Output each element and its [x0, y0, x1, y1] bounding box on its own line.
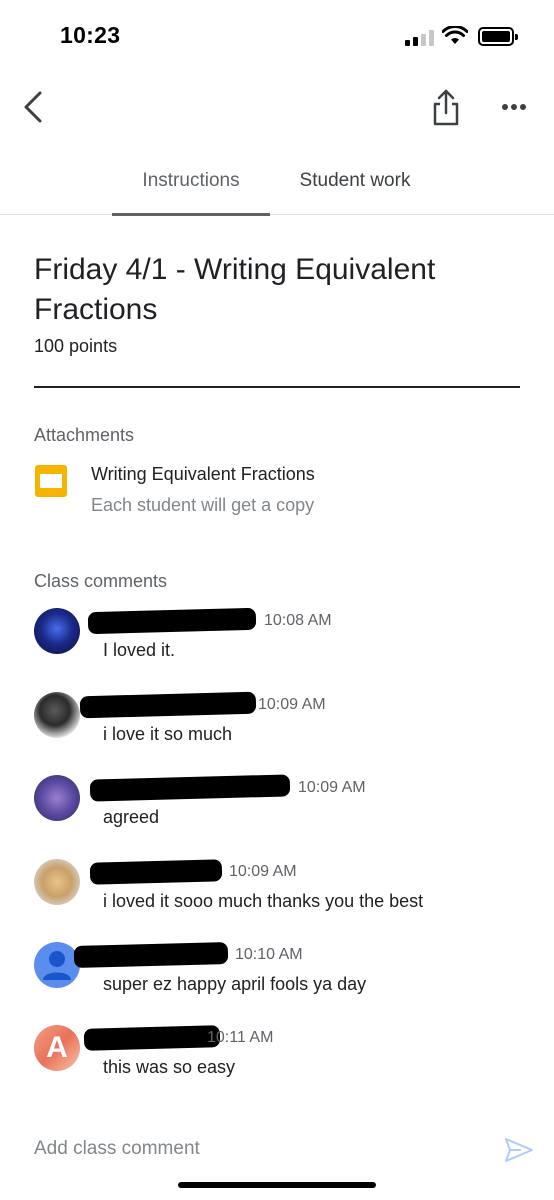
comment-item: A 10:11 AM this was so easy: [0, 1025, 554, 1109]
avatar: [34, 775, 80, 821]
redacted-name: [73, 941, 229, 969]
avatar: [34, 608, 80, 654]
attachment-subtitle: Each student will get a copy: [91, 495, 315, 515]
back-arrow-icon[interactable]: [18, 87, 54, 127]
tab-student-work-label: Student work: [299, 170, 411, 191]
comment-time: 10:08 AM: [264, 612, 332, 629]
status-time: 10:23: [60, 22, 121, 48]
status-bar: 10:23: [0, 0, 554, 75]
comment-time: 10:09 AM: [229, 863, 297, 880]
assignment-points: 100 points: [34, 336, 118, 356]
app-bar: [0, 75, 554, 145]
attachments-heading: Attachments: [34, 425, 135, 445]
avatar: A: [34, 1025, 80, 1071]
slides-file-icon[interactable]: [35, 465, 67, 497]
tab-instructions-label: Instructions: [142, 170, 240, 191]
comment-text: super ez happy april fools ya day: [103, 974, 367, 994]
attachment-title[interactable]: Writing Equivalent Fractions: [91, 464, 315, 485]
tab-student-work[interactable]: Student work: [285, 170, 425, 215]
tab-instructions[interactable]: Instructions: [112, 170, 270, 216]
redacted-name: [87, 607, 257, 635]
default-person-icon: [43, 951, 71, 980]
tab-bar: Instructions Student work: [0, 160, 554, 216]
comment-item: 10:09 AM agreed: [0, 774, 554, 859]
redacted-name: [79, 691, 257, 719]
comment-text: i loved it sooo much thanks you the best: [103, 891, 424, 911]
redacted-name: [83, 1025, 221, 1051]
comment-item: 10:10 AM super ez happy april fools ya d…: [0, 941, 554, 1026]
comment-text: this was so easy: [103, 1057, 236, 1077]
comment-item: 10:09 AM i loved it sooo much thanks you…: [0, 859, 554, 943]
comment-time: 10:09 AM: [298, 779, 366, 796]
redacted-name: [89, 859, 223, 885]
avatar: [34, 859, 80, 905]
comment-time: 10:10 AM: [235, 946, 303, 963]
comment-time: 10:11 AM: [207, 1029, 274, 1046]
comment-time: 10:09 AM: [258, 696, 326, 713]
comment-text: i love it so much: [103, 724, 233, 744]
send-icon[interactable]: [502, 1133, 536, 1167]
avatar: [34, 692, 80, 738]
header-divider: [34, 386, 520, 388]
comment-text: I loved it.: [103, 640, 176, 660]
assignment-title: Friday 4/1 - Writing Equivalent Fraction…: [34, 253, 436, 326]
more-options-icon[interactable]: [494, 93, 534, 121]
avatar: [34, 942, 80, 988]
comment-item: 10:08 AM I loved it.: [0, 607, 554, 692]
avatar-letter: A: [46, 1031, 68, 1064]
redacted-name: [89, 774, 291, 802]
class-comments-heading: Class comments: [34, 571, 168, 591]
cellular-signal-icon: [405, 30, 435, 46]
comment-text: agreed: [103, 807, 160, 827]
active-tab-indicator: [112, 213, 270, 216]
home-indicator: [178, 1182, 376, 1188]
battery-icon: [478, 27, 518, 46]
share-icon[interactable]: [428, 85, 464, 129]
wifi-icon: [442, 26, 468, 44]
comment-item: 10:09 AM i love it so much: [0, 691, 554, 776]
add-class-comment-input[interactable]: Add class comment: [34, 1138, 200, 1160]
